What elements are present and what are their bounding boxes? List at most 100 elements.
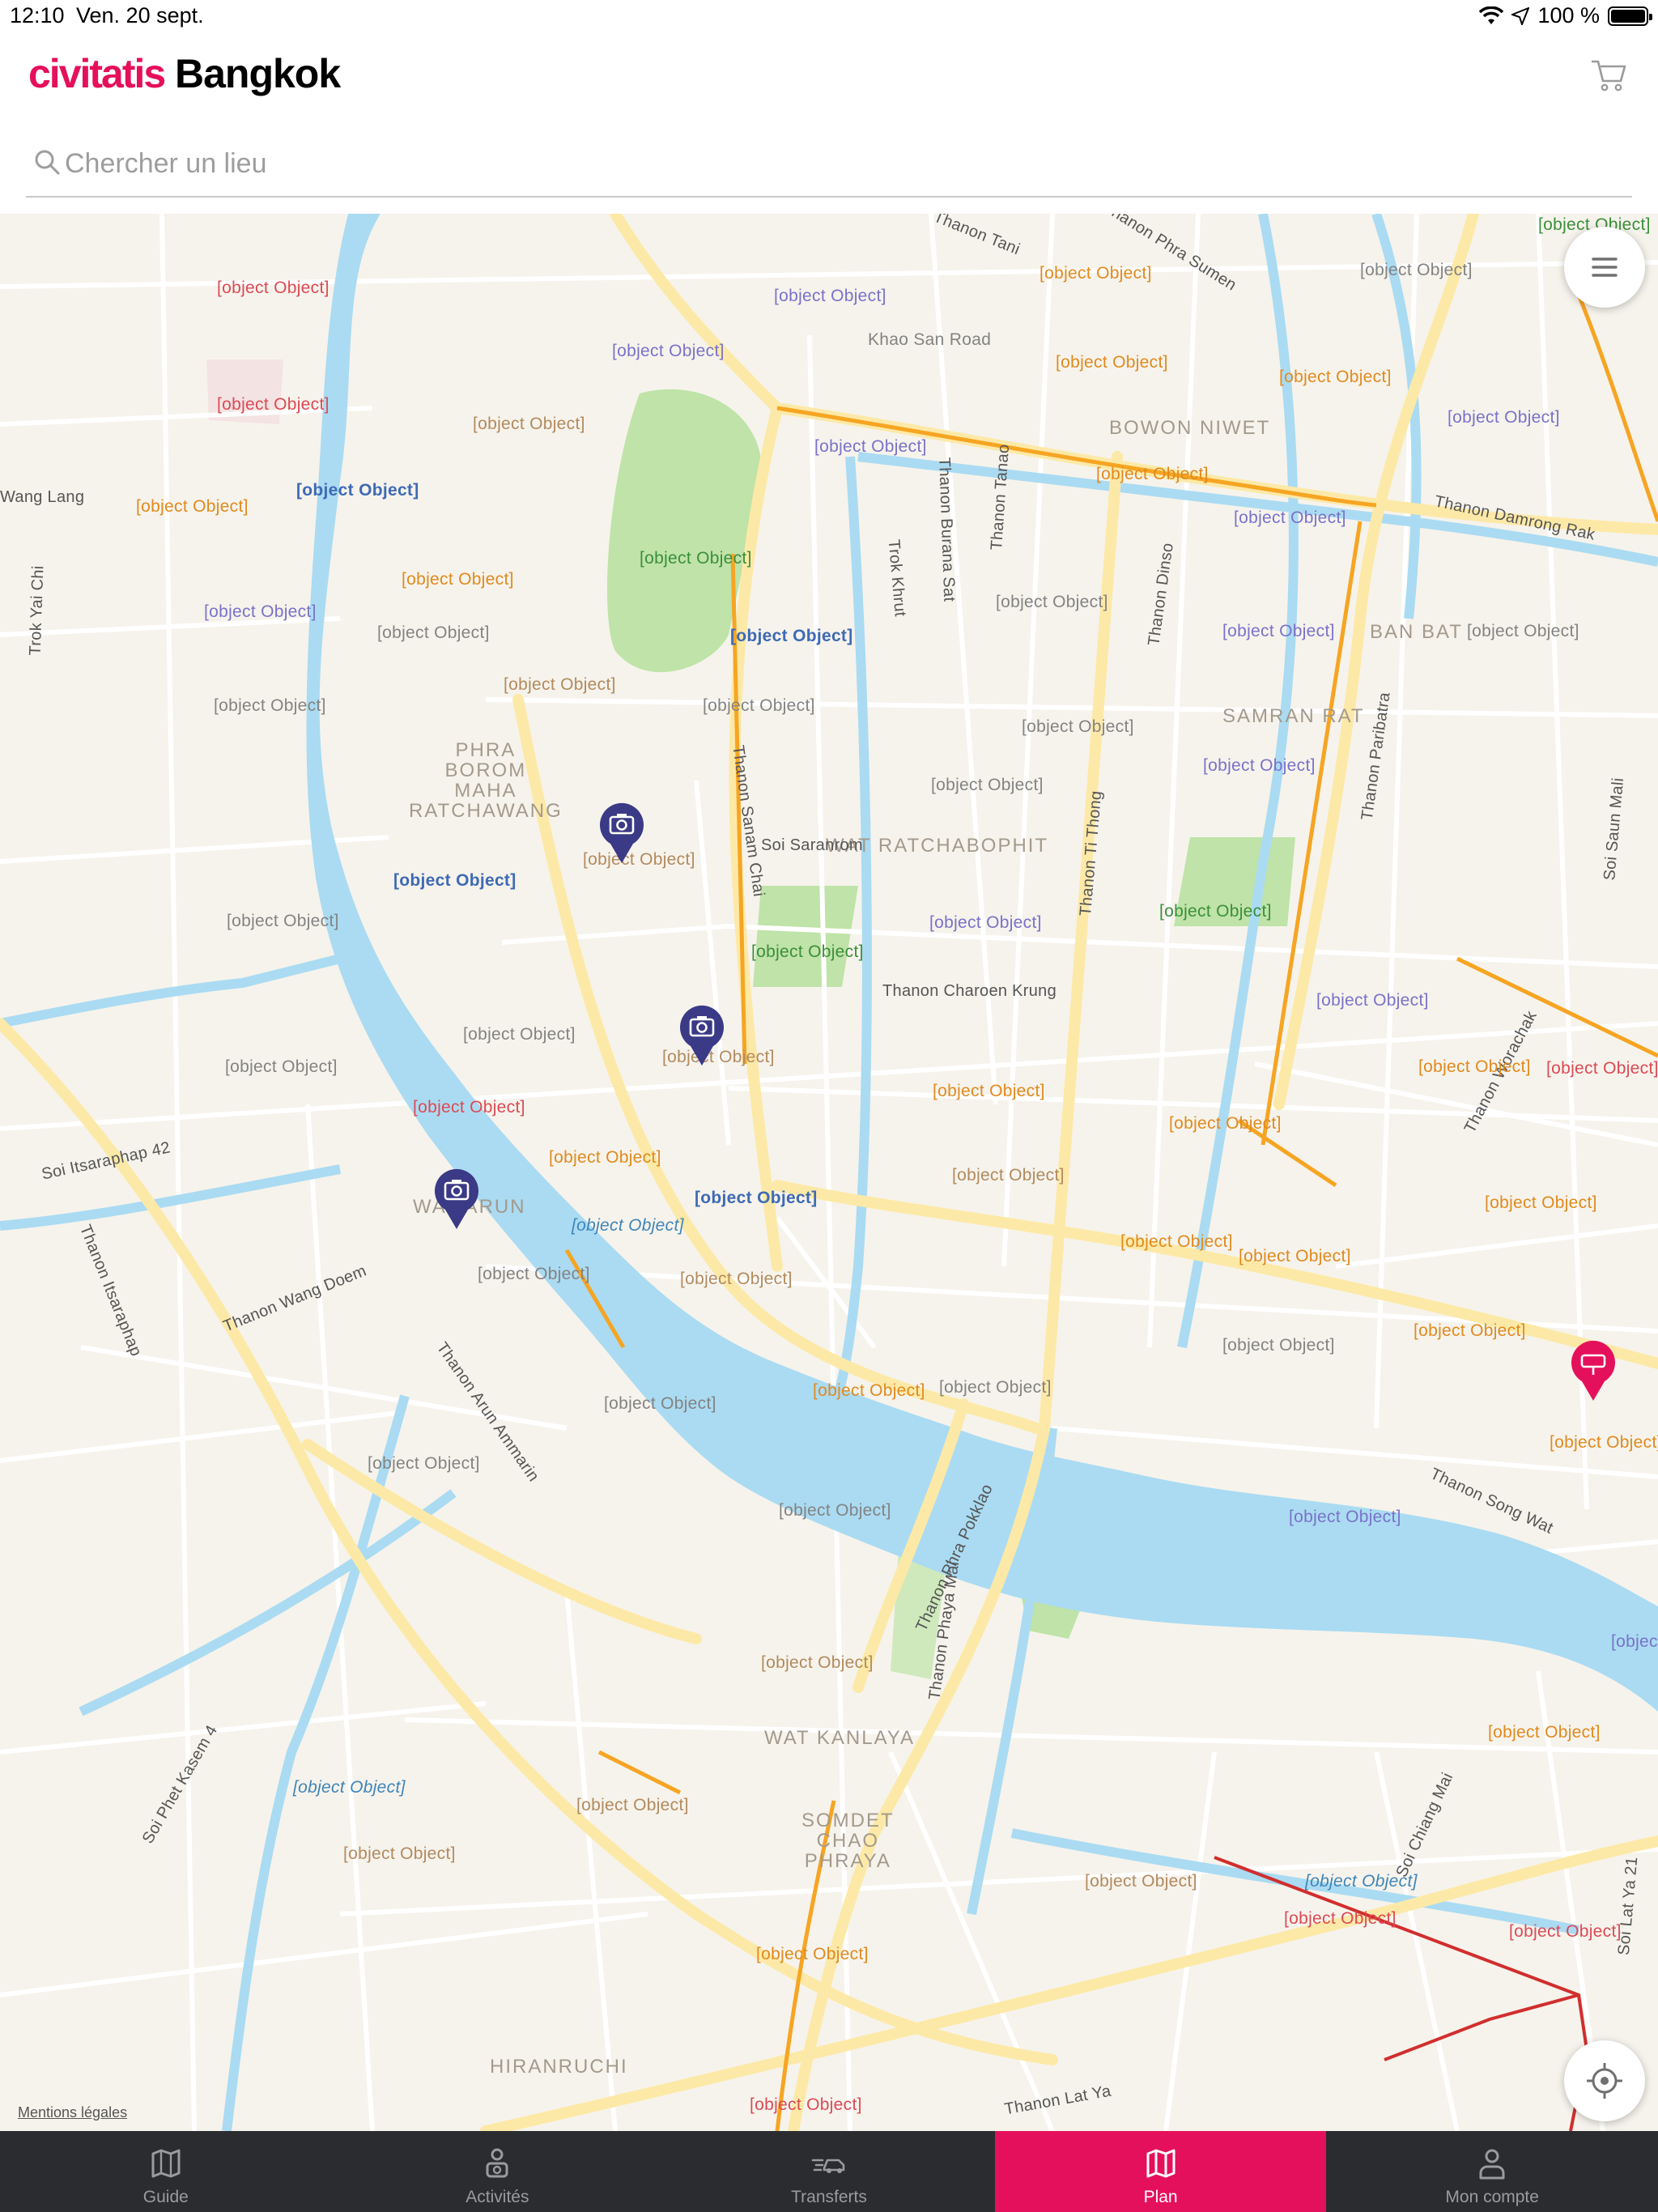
place-label[interactable]: [object Object] — [774, 287, 886, 304]
place-label[interactable]: [object Object] — [1169, 1115, 1282, 1132]
place-label[interactable]: [object Object] — [939, 1379, 1052, 1396]
place-label[interactable]: [object Object] — [813, 1382, 925, 1399]
place-label[interactable]: [object Object] — [1414, 1322, 1526, 1339]
tab-transfers[interactable]: Transferts — [663, 2131, 995, 2212]
place-label[interactable]: [object Object] — [1039, 265, 1152, 282]
tab-account[interactable]: Mon compte — [1326, 2131, 1658, 2212]
battery-icon — [1608, 6, 1652, 26]
place-label[interactable]: [object Object] — [1611, 1633, 1658, 1650]
tab-label: Activités — [466, 2188, 529, 2206]
place-label[interactable]: [object Object] — [604, 1395, 716, 1412]
place-label[interactable]: [object Object] — [680, 1270, 793, 1287]
place-label[interactable]: [object Object] — [1360, 262, 1473, 279]
place-label[interactable]: [object Object] — [1546, 1060, 1658, 1077]
activity-pin[interactable] — [678, 1004, 726, 1067]
tab-activities[interactable]: Activités — [332, 2131, 664, 2212]
search-bar — [26, 134, 1632, 198]
place-label[interactable]: [object Object] — [1284, 1910, 1397, 1927]
legal-link[interactable]: Mentions légales — [18, 2104, 127, 2121]
brand-logo[interactable]: civitatis — [28, 50, 166, 97]
place-label[interactable]: [object Object] — [1448, 409, 1560, 426]
place-label[interactable]: [object Object] — [204, 603, 317, 620]
place-label[interactable]: [object Object] — [1289, 1508, 1401, 1525]
place-label[interactable]: [object Object] — [217, 279, 329, 296]
place-label[interactable]: [object Object] — [1056, 354, 1168, 371]
selected-pin[interactable] — [1569, 1339, 1618, 1402]
guide-map-icon — [151, 2149, 181, 2178]
place-label[interactable]: [object Object] — [217, 396, 329, 413]
place-label[interactable]: [object Object] — [136, 498, 249, 515]
locate-me-button[interactable] — [1564, 2040, 1645, 2121]
place-label[interactable]: [object Object] — [761, 1654, 874, 1671]
place-label[interactable]: [object Object] — [296, 482, 419, 499]
app-root: 12:10 Ven. 20 sept. 100 % civitatis Bang… — [0, 0, 1658, 2212]
district-label: HIRANRUCHI — [490, 2056, 628, 2078]
place-label[interactable]: [object Object] — [929, 914, 1042, 931]
place-label[interactable]: [object Object] — [1509, 1923, 1622, 1940]
search-input[interactable] — [65, 141, 1603, 186]
place-label[interactable]: [object Object] — [1085, 1873, 1197, 1890]
place-label[interactable]: [object Object] — [413, 1099, 525, 1116]
tab-label: Mon compte — [1445, 2188, 1539, 2206]
road-label: Trok Yai Chi — [26, 565, 48, 656]
place-label[interactable]: [object Object] — [1096, 466, 1209, 483]
place-label[interactable]: [object Object] — [1316, 992, 1429, 1009]
place-label[interactable]: [object Object] — [751, 943, 864, 960]
place-label[interactable]: [object Object] — [814, 438, 927, 455]
place-label[interactable]: [object Object] — [1203, 757, 1316, 774]
tab-plan[interactable]: Plan — [994, 2131, 1327, 2212]
place-label[interactable]: [object Object] — [225, 1058, 338, 1075]
place-label[interactable]: [object Object] — [1467, 623, 1579, 640]
tab-guide[interactable]: Guide — [0, 2131, 332, 2212]
place-label[interactable]: [object Object] — [293, 1779, 406, 1796]
activity-pin[interactable] — [432, 1168, 481, 1231]
place-label[interactable]: [object Object] — [1222, 623, 1335, 640]
place-label[interactable]: [object Object] — [612, 342, 725, 359]
place-label[interactable]: [object Object] — [572, 1217, 684, 1234]
place-label[interactable]: [object Object] — [695, 1189, 818, 1206]
place-label[interactable]: [object Object] — [1222, 1337, 1335, 1354]
place-label[interactable]: [object Object] — [1488, 1724, 1601, 1741]
app-header: civitatis Bangkok — [0, 45, 1658, 102]
place-label[interactable]: [object Object] — [473, 415, 585, 432]
cart-icon[interactable] — [1588, 55, 1629, 96]
place-label[interactable]: [object Object] — [576, 1797, 689, 1814]
place-label[interactable]: [object Object] — [640, 550, 752, 567]
search-icon — [35, 150, 60, 175]
place-label[interactable]: [object Object] — [1305, 1873, 1418, 1890]
place-label[interactable]: [object Object] — [1022, 718, 1134, 735]
place-label[interactable]: [object Object] — [463, 1026, 576, 1043]
place-label[interactable]: [object Object] — [1279, 368, 1392, 385]
place-label[interactable]: [object Object] — [703, 697, 815, 714]
account-icon — [1479, 2149, 1505, 2180]
place-label[interactable]: [object Object] — [931, 776, 1044, 793]
place-label[interactable]: [object Object] — [1234, 509, 1346, 526]
place-label[interactable]: [object Object] — [377, 624, 490, 641]
place-label[interactable]: [object Object] — [214, 697, 326, 714]
place-label[interactable]: [object Object] — [549, 1149, 661, 1166]
place-label[interactable]: [object Object] — [1159, 903, 1272, 920]
place-label[interactable]: [object Object] — [1485, 1194, 1597, 1211]
place-label[interactable]: [object Object] — [1418, 1058, 1531, 1075]
map-menu-button[interactable] — [1564, 227, 1645, 308]
place-label[interactable]: [object Object] — [1120, 1233, 1233, 1250]
place-label[interactable]: [object Object] — [393, 872, 517, 889]
map-view[interactable]: PHRA BOROM MAHA RATCHAWANG WAT RATCHABOPHIT… — [0, 214, 1658, 2131]
activity-pin[interactable] — [597, 802, 646, 865]
place-label[interactable]: [object Object] — [504, 676, 616, 693]
place-label[interactable]: [object Object] — [756, 1946, 869, 1963]
place-label[interactable]: [object Object] — [227, 912, 339, 929]
place-label[interactable]: [object Object] — [402, 571, 514, 588]
locate-icon — [1587, 2063, 1622, 2099]
place-label[interactable]: [object Object] — [996, 593, 1108, 610]
place-label[interactable]: [object Object] — [368, 1455, 480, 1472]
place-label[interactable]: [object Object] — [779, 1502, 891, 1519]
place-label[interactable]: [object Object] — [478, 1266, 590, 1283]
place-label[interactable]: [object Object] — [343, 1845, 456, 1862]
place-label[interactable]: [object Object] — [933, 1083, 1045, 1100]
place-label[interactable]: [object Object] — [1239, 1248, 1351, 1265]
place-label[interactable]: [object Object] — [730, 627, 853, 644]
place-label[interactable]: [object Object] — [952, 1167, 1065, 1184]
place-label[interactable]: [object Object] — [1550, 1434, 1658, 1451]
place-label[interactable]: [object Object] — [750, 2096, 862, 2113]
